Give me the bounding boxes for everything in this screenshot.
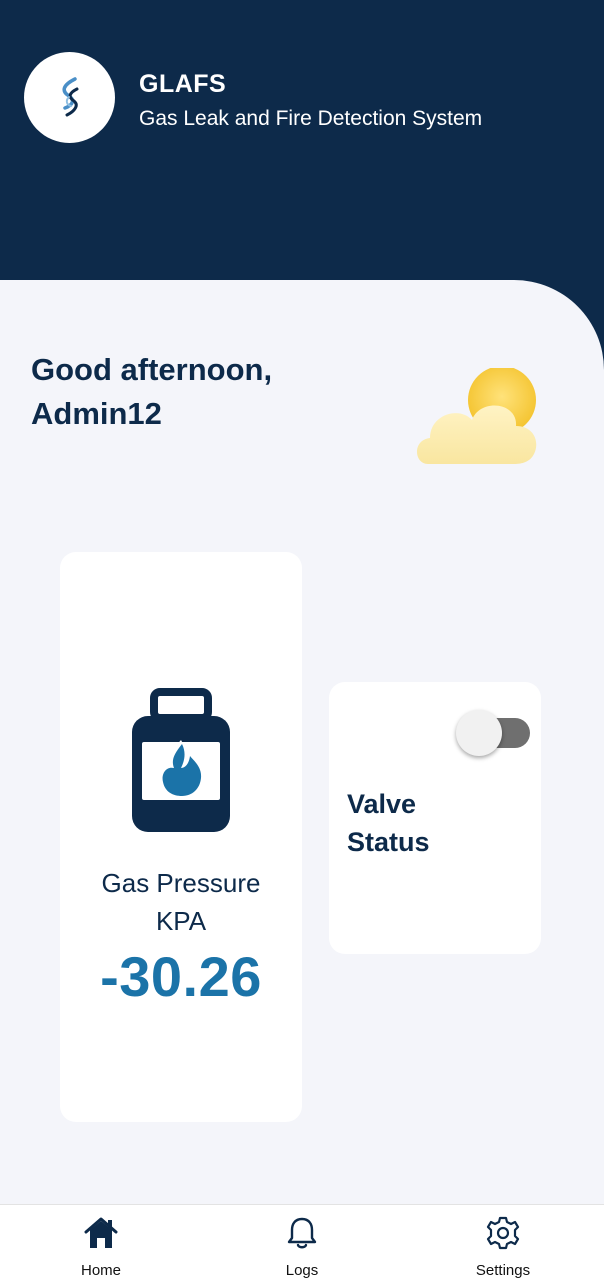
app-subtitle: Gas Leak and Fire Detection System bbox=[139, 107, 483, 130]
gas-pressure-title: Gas Pressure bbox=[101, 868, 261, 898]
user-name: Admin12 bbox=[31, 396, 162, 431]
bell-icon bbox=[287, 1217, 317, 1249]
app-header: GLAFS Gas Leak and Fire Detection System bbox=[0, 0, 604, 300]
valve-status-card: Valve Status bbox=[329, 682, 541, 954]
app-screen: GLAFS Gas Leak and Fire Detection System… bbox=[0, 0, 604, 1280]
gas-pressure-label: Gas Pressure KPA bbox=[60, 864, 302, 940]
valve-label-line1: Valve bbox=[347, 789, 417, 819]
valve-toggle-knob bbox=[456, 710, 502, 756]
gas-pressure-card: Gas Pressure KPA -30.26 bbox=[60, 552, 302, 1122]
nav-item-logs[interactable]: Logs bbox=[242, 1205, 362, 1280]
app-title: GLAFS bbox=[139, 70, 227, 98]
gas-pressure-unit: KPA bbox=[155, 906, 207, 936]
greeting-line: Good afternoon, bbox=[31, 352, 273, 387]
bottom-nav: Home Logs Settings bbox=[0, 1204, 604, 1280]
valve-toggle[interactable] bbox=[456, 710, 532, 758]
gear-icon bbox=[486, 1216, 520, 1250]
partly-cloudy-icon bbox=[417, 368, 537, 464]
glafs-flame-logo-icon bbox=[61, 76, 78, 116]
home-icon bbox=[84, 1217, 118, 1248]
nav-item-home[interactable]: Home bbox=[41, 1205, 161, 1280]
gas-tank-icon bbox=[132, 688, 230, 832]
nav-label-settings: Settings bbox=[475, 1262, 531, 1279]
valve-status-label: Valve Status bbox=[347, 785, 430, 861]
gas-pressure-value: -30.26 bbox=[100, 945, 262, 1008]
nav-label-home: Home bbox=[80, 1262, 121, 1279]
nav-label-logs: Logs bbox=[285, 1262, 319, 1279]
nav-item-settings[interactable]: Settings bbox=[443, 1205, 563, 1280]
greeting-text: Good afternoon, Admin12 bbox=[31, 348, 272, 436]
app-logo bbox=[24, 52, 115, 143]
valve-label-line2: Status bbox=[347, 827, 430, 857]
